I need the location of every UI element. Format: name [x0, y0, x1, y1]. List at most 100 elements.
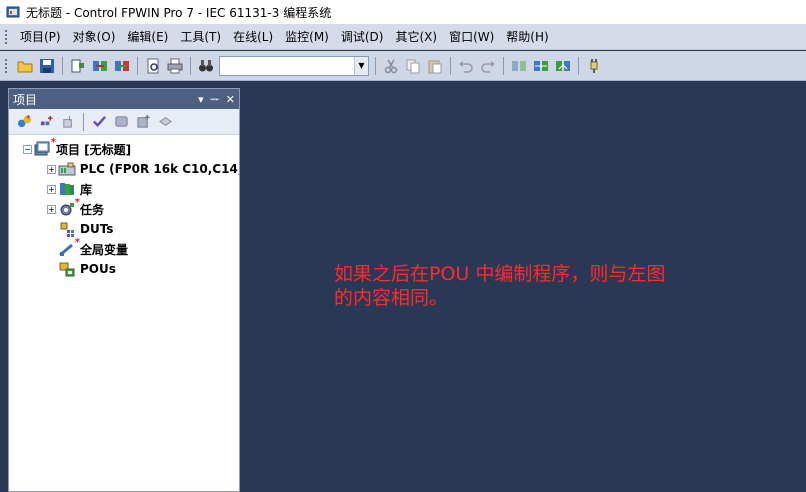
library-button[interactable] — [111, 112, 131, 132]
chevron-down-icon[interactable]: ▼ — [354, 56, 368, 75]
library-icon — [114, 116, 128, 127]
menu-window[interactable]: 窗口(W) — [443, 27, 500, 47]
tree-node-library[interactable]: + 库 — [9, 179, 239, 199]
toolbar-separator — [578, 56, 579, 75]
annotation-line-1: 如果之后在POU 中编制程序，则与左图 — [334, 263, 666, 285]
add-task-button[interactable] — [58, 112, 78, 132]
expand-icon[interactable]: + — [47, 164, 56, 174]
pin-icon[interactable]: ᅲ — [210, 91, 220, 107]
save-icon — [40, 58, 54, 73]
menu-bar: 项目(P) 对象(O) 编辑(E) 工具(T) 在线(L) 监控(M) 调试(D… — [0, 24, 806, 50]
expand-icon[interactable]: + — [47, 184, 56, 194]
menu-object[interactable]: 对象(O) — [67, 27, 122, 47]
tree-label-pous: POUs — [80, 262, 116, 276]
dropdown-arrow-icon[interactable]: ▾ — [198, 93, 204, 106]
paste-button[interactable] — [425, 56, 445, 76]
title-bar: 无标题 - Control FPWIN Pro 7 - IEC 61131-3 … — [0, 0, 806, 24]
layers-icon — [158, 117, 172, 126]
window-title: 无标题 - Control FPWIN Pro 7 - IEC 61131-3 … — [26, 5, 332, 20]
check-icon — [92, 116, 106, 127]
annotation-text: 如果之后在POU 中编制程序，则与左图 的内容相同。 — [334, 262, 734, 310]
rebuild-icon — [115, 60, 129, 71]
redo-button[interactable] — [478, 56, 498, 76]
cut-button[interactable] — [381, 56, 401, 76]
menu-tools[interactable]: 工具(T) — [174, 27, 227, 47]
compile-button[interactable] — [509, 56, 529, 76]
menu-online[interactable]: 在线(L) — [227, 27, 279, 47]
search-combo[interactable]: ▼ — [219, 55, 369, 76]
cut-icon — [384, 59, 398, 73]
toolbar-separator — [503, 56, 504, 75]
download-button[interactable] — [553, 56, 573, 76]
menu-project[interactable]: 项目(P) — [14, 27, 67, 47]
toolbar-grip[interactable] — [4, 57, 8, 74]
properties-icon — [136, 114, 150, 128]
printer-icon — [167, 58, 183, 73]
navigator-icon — [71, 59, 84, 72]
redo-icon — [481, 60, 495, 73]
plug-icon — [590, 58, 598, 73]
tree-label-global-vars: 全局变量 — [80, 242, 129, 257]
project-navigator-button[interactable] — [68, 56, 88, 76]
menu-help[interactable]: 帮助(H) — [500, 27, 554, 47]
copy-button[interactable] — [403, 56, 423, 76]
menu-grip[interactable] — [4, 28, 8, 45]
tasks-icon: * — [58, 197, 80, 217]
find-button[interactable] — [196, 56, 216, 76]
add-dut-button[interactable] — [36, 112, 56, 132]
undo-icon — [459, 60, 473, 73]
tree-node-tasks[interactable]: + * 任务 — [9, 197, 239, 219]
binoculars-icon — [199, 59, 213, 71]
add-object-button[interactable] — [14, 112, 34, 132]
annotation-line-2: 的内容相同。 — [334, 287, 449, 309]
project-panel: 项目 ▾ ᅲ ✕ − * 项目 [无标题] + PLC (FP0R 16k C1… — [8, 88, 240, 492]
tree-label-library: 库 — [80, 182, 93, 197]
expand-icon[interactable]: + — [47, 204, 56, 214]
online-mode-button[interactable] — [584, 56, 604, 76]
add-dut-icon — [40, 115, 53, 126]
copy-icon — [406, 59, 420, 73]
modified-star-icon: * — [74, 197, 80, 208]
main-toolbar: ▼ — [0, 51, 806, 81]
toolbar-separator — [450, 56, 451, 75]
tree-label-plc: PLC (FP0R 16k C10,C14,C — [79, 162, 239, 176]
menu-debug[interactable]: 调试(D) — [335, 27, 390, 47]
build-icon — [93, 60, 107, 71]
collapse-icon[interactable]: − — [23, 144, 32, 154]
close-icon[interactable]: ✕ — [226, 93, 235, 106]
build-button[interactable] — [90, 56, 110, 76]
project-panel-header: 项目 ▾ ᅲ ✕ — [9, 89, 239, 109]
duts-icon — [58, 221, 76, 237]
print-preview-button[interactable] — [143, 56, 163, 76]
project-panel-toolbar — [9, 109, 239, 135]
modified-star-icon: * — [50, 137, 56, 148]
rebuild-all-button[interactable] — [112, 56, 132, 76]
check-button[interactable] — [89, 112, 109, 132]
tree-node-plc[interactable]: + PLC (FP0R 16k C10,C14,C — [9, 159, 239, 179]
compile-all-icon — [534, 60, 548, 71]
compile-icon — [512, 60, 526, 71]
print-preview-icon — [147, 58, 159, 73]
toolbar-separator — [83, 112, 84, 131]
tree-node-duts[interactable]: DUTs — [9, 219, 239, 239]
tree-node-project[interactable]: − * 项目 [无标题] — [9, 137, 239, 159]
add-object-icon — [17, 114, 31, 128]
layers-button[interactable] — [155, 112, 175, 132]
menu-edit[interactable]: 编辑(E) — [121, 27, 174, 47]
library-books-icon — [58, 181, 76, 197]
save-button[interactable] — [37, 56, 57, 76]
toolbar-separator — [137, 56, 138, 75]
compile-all-button[interactable] — [531, 56, 551, 76]
modified-star-icon: * — [74, 237, 80, 248]
menu-extras[interactable]: 其它(X) — [389, 27, 443, 47]
tree-node-global-vars[interactable]: * 全局变量 — [9, 237, 239, 259]
properties-button[interactable] — [133, 112, 153, 132]
add-task-icon — [62, 115, 72, 128]
menu-monitor[interactable]: 监控(M) — [279, 27, 335, 47]
tree-node-pous[interactable]: POUs — [9, 259, 239, 279]
print-button[interactable] — [165, 56, 185, 76]
app-icon — [6, 6, 20, 18]
open-folder-button[interactable] — [15, 56, 35, 76]
global-vars-icon: * — [58, 237, 80, 257]
undo-button[interactable] — [456, 56, 476, 76]
